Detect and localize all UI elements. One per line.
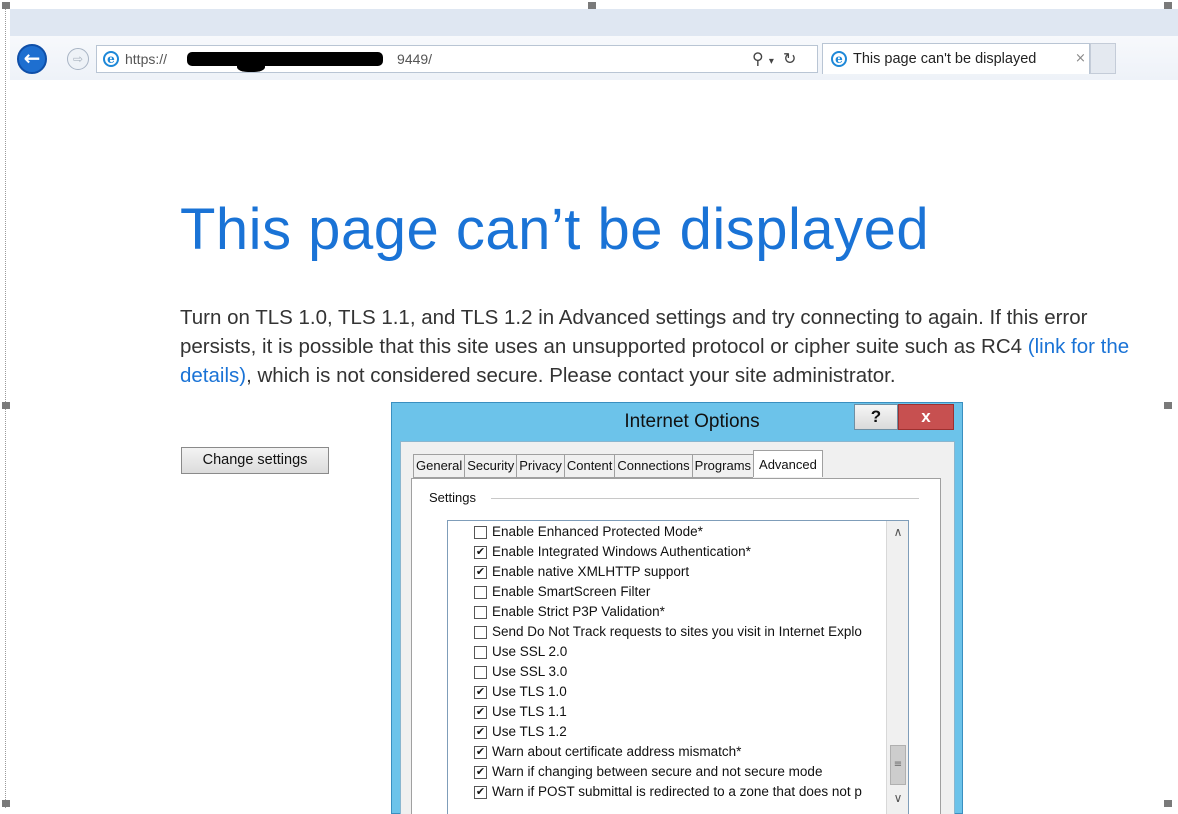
dialog-close-button[interactable]: x (898, 404, 954, 430)
checkbox-unchecked[interactable] (474, 646, 487, 659)
setting-label: Warn if changing between secure and not … (492, 764, 823, 779)
dialog-tabs: General Security Privacy Content Connect… (413, 450, 823, 478)
checkbox-checked[interactable]: ✔ (474, 706, 487, 719)
checkbox-unchecked[interactable] (474, 666, 487, 679)
group-divider (491, 498, 919, 499)
address-tools: ⚲ ▾ ↻ (752, 49, 796, 68)
dialog-body: General Security Privacy Content Connect… (400, 441, 955, 814)
setting-row[interactable]: ✔ Warn if changing between secure and not… (474, 763, 894, 783)
setting-row[interactable]: Enable SmartScreen Filter (474, 583, 894, 603)
tab-programs[interactable]: Programs (691, 454, 754, 478)
setting-label: Enable Integrated Windows Authentication… (492, 544, 751, 559)
setting-row[interactable]: Use SSL 2.0 (474, 643, 894, 663)
setting-label: Use SSL 2.0 (492, 644, 568, 659)
setting-label: Use TLS 1.2 (492, 724, 567, 739)
setting-label: Send Do Not Track requests to sites you … (492, 624, 862, 639)
tab-connections[interactable]: Connections (614, 454, 692, 478)
close-icon[interactable]: × (1075, 51, 1086, 66)
resize-handle[interactable] (1164, 402, 1172, 409)
tab-content[interactable]: Content (563, 454, 615, 478)
setting-label: Warn about certificate address mismatch* (492, 744, 742, 759)
back-button[interactable]: ← (17, 44, 47, 74)
setting-row[interactable]: Enable Enhanced Protected Mode* (474, 523, 894, 543)
tab-privacy[interactable]: Privacy (516, 454, 564, 478)
checkbox-checked[interactable]: ✔ (474, 746, 487, 759)
setting-label: Enable Strict P3P Validation* (492, 604, 665, 619)
checkbox-checked[interactable]: ✔ (474, 686, 487, 699)
setting-label: Use TLS 1.1 (492, 704, 567, 719)
chevron-down-icon[interactable]: ▾ (769, 56, 774, 67)
tab-advanced[interactable]: Advanced (753, 450, 823, 477)
checkbox-checked[interactable]: ✔ (474, 566, 487, 579)
checkbox-checked[interactable]: ✔ (474, 546, 487, 559)
setting-row[interactable]: ✔ Enable Integrated Windows Authenticatio… (474, 543, 894, 563)
new-tab-button[interactable] (1090, 43, 1116, 74)
checkbox-unchecked[interactable] (474, 586, 487, 599)
ie-logo-icon: e (831, 51, 847, 67)
setting-label: Use TLS 1.0 (492, 684, 567, 699)
checkbox-checked[interactable]: ✔ (474, 766, 487, 779)
tab-title: This page can't be displayed (853, 51, 1037, 67)
redaction-mark (187, 52, 383, 66)
page-title: This page can’t be displayed (180, 197, 930, 262)
setting-row[interactable]: ✔ Warn about certificate address mismatch… (474, 743, 894, 763)
setting-label: Use SSL 3.0 (492, 664, 568, 679)
resize-handle[interactable] (2, 800, 10, 807)
ie-logo-icon: e (103, 51, 119, 67)
window-titlebar (10, 9, 1178, 36)
setting-row[interactable]: ✔ Warn if POST submittal is redirected to… (474, 783, 894, 803)
browser-tab-active[interactable]: e This page can't be displayed × (822, 43, 1090, 74)
resize-handle[interactable] (2, 2, 10, 9)
setting-label: Enable SmartScreen Filter (492, 584, 651, 599)
settings-scrollbar[interactable]: ∧ ≡ ∨ (886, 521, 908, 814)
forward-button[interactable]: ⇨ (67, 48, 89, 70)
change-settings-button[interactable]: Change settings (181, 447, 329, 474)
checkbox-unchecked[interactable] (474, 626, 487, 639)
resize-handle[interactable] (588, 2, 596, 9)
tab-general[interactable]: General (413, 454, 465, 478)
back-arrow-icon: ← (23, 46, 41, 70)
resize-handle[interactable] (2, 402, 10, 409)
chevron-up-icon[interactable]: ∧ (889, 525, 907, 543)
setting-row[interactable]: Enable Strict P3P Validation* (474, 603, 894, 623)
help-button[interactable]: ? (854, 404, 898, 430)
forward-arrow-icon: ⇨ (72, 52, 84, 66)
search-icon[interactable]: ⚲ (752, 49, 764, 68)
checkbox-unchecked[interactable] (474, 526, 487, 539)
setting-row[interactable]: ✔ Enable native XMLHTTP support (474, 563, 894, 583)
internet-options-dialog: Internet Options ? x General Security Pr… (391, 402, 963, 814)
setting-row[interactable]: ✔ Use TLS 1.2 (474, 723, 894, 743)
setting-label: Enable Enhanced Protected Mode* (492, 524, 703, 539)
redaction-mark (237, 60, 265, 72)
resize-handle[interactable] (1164, 800, 1172, 807)
checkbox-unchecked[interactable] (474, 606, 487, 619)
setting-row[interactable]: Send Do Not Track requests to sites you … (474, 623, 894, 643)
settings-list: Enable Enhanced Protected Mode* ✔ Enable I… (447, 520, 909, 814)
resize-handle[interactable] (1164, 2, 1172, 9)
tab-security[interactable]: Security (464, 454, 517, 478)
checkbox-checked[interactable]: ✔ (474, 786, 487, 799)
refresh-icon[interactable]: ↻ (783, 49, 796, 68)
scrollbar-thumb[interactable]: ≡ (890, 745, 906, 785)
setting-label: Enable native XMLHTTP support (492, 564, 690, 579)
error-message: Turn on TLS 1.0, TLS 1.1, and TLS 1.2 in… (180, 306, 1130, 387)
setting-row[interactable]: Use SSL 3.0 (474, 663, 894, 683)
settings-group-label: Settings (429, 490, 482, 505)
checkbox-checked[interactable]: ✔ (474, 726, 487, 739)
setting-label: Warn if POST submittal is redirected to … (492, 784, 862, 799)
chevron-down-icon[interactable]: ∨ (889, 791, 907, 809)
setting-row[interactable]: ✔ Use TLS 1.1 (474, 703, 894, 723)
setting-row[interactable]: ✔ Use TLS 1.0 (474, 683, 894, 703)
address-bar[interactable]: e https://9449/ (96, 45, 818, 73)
